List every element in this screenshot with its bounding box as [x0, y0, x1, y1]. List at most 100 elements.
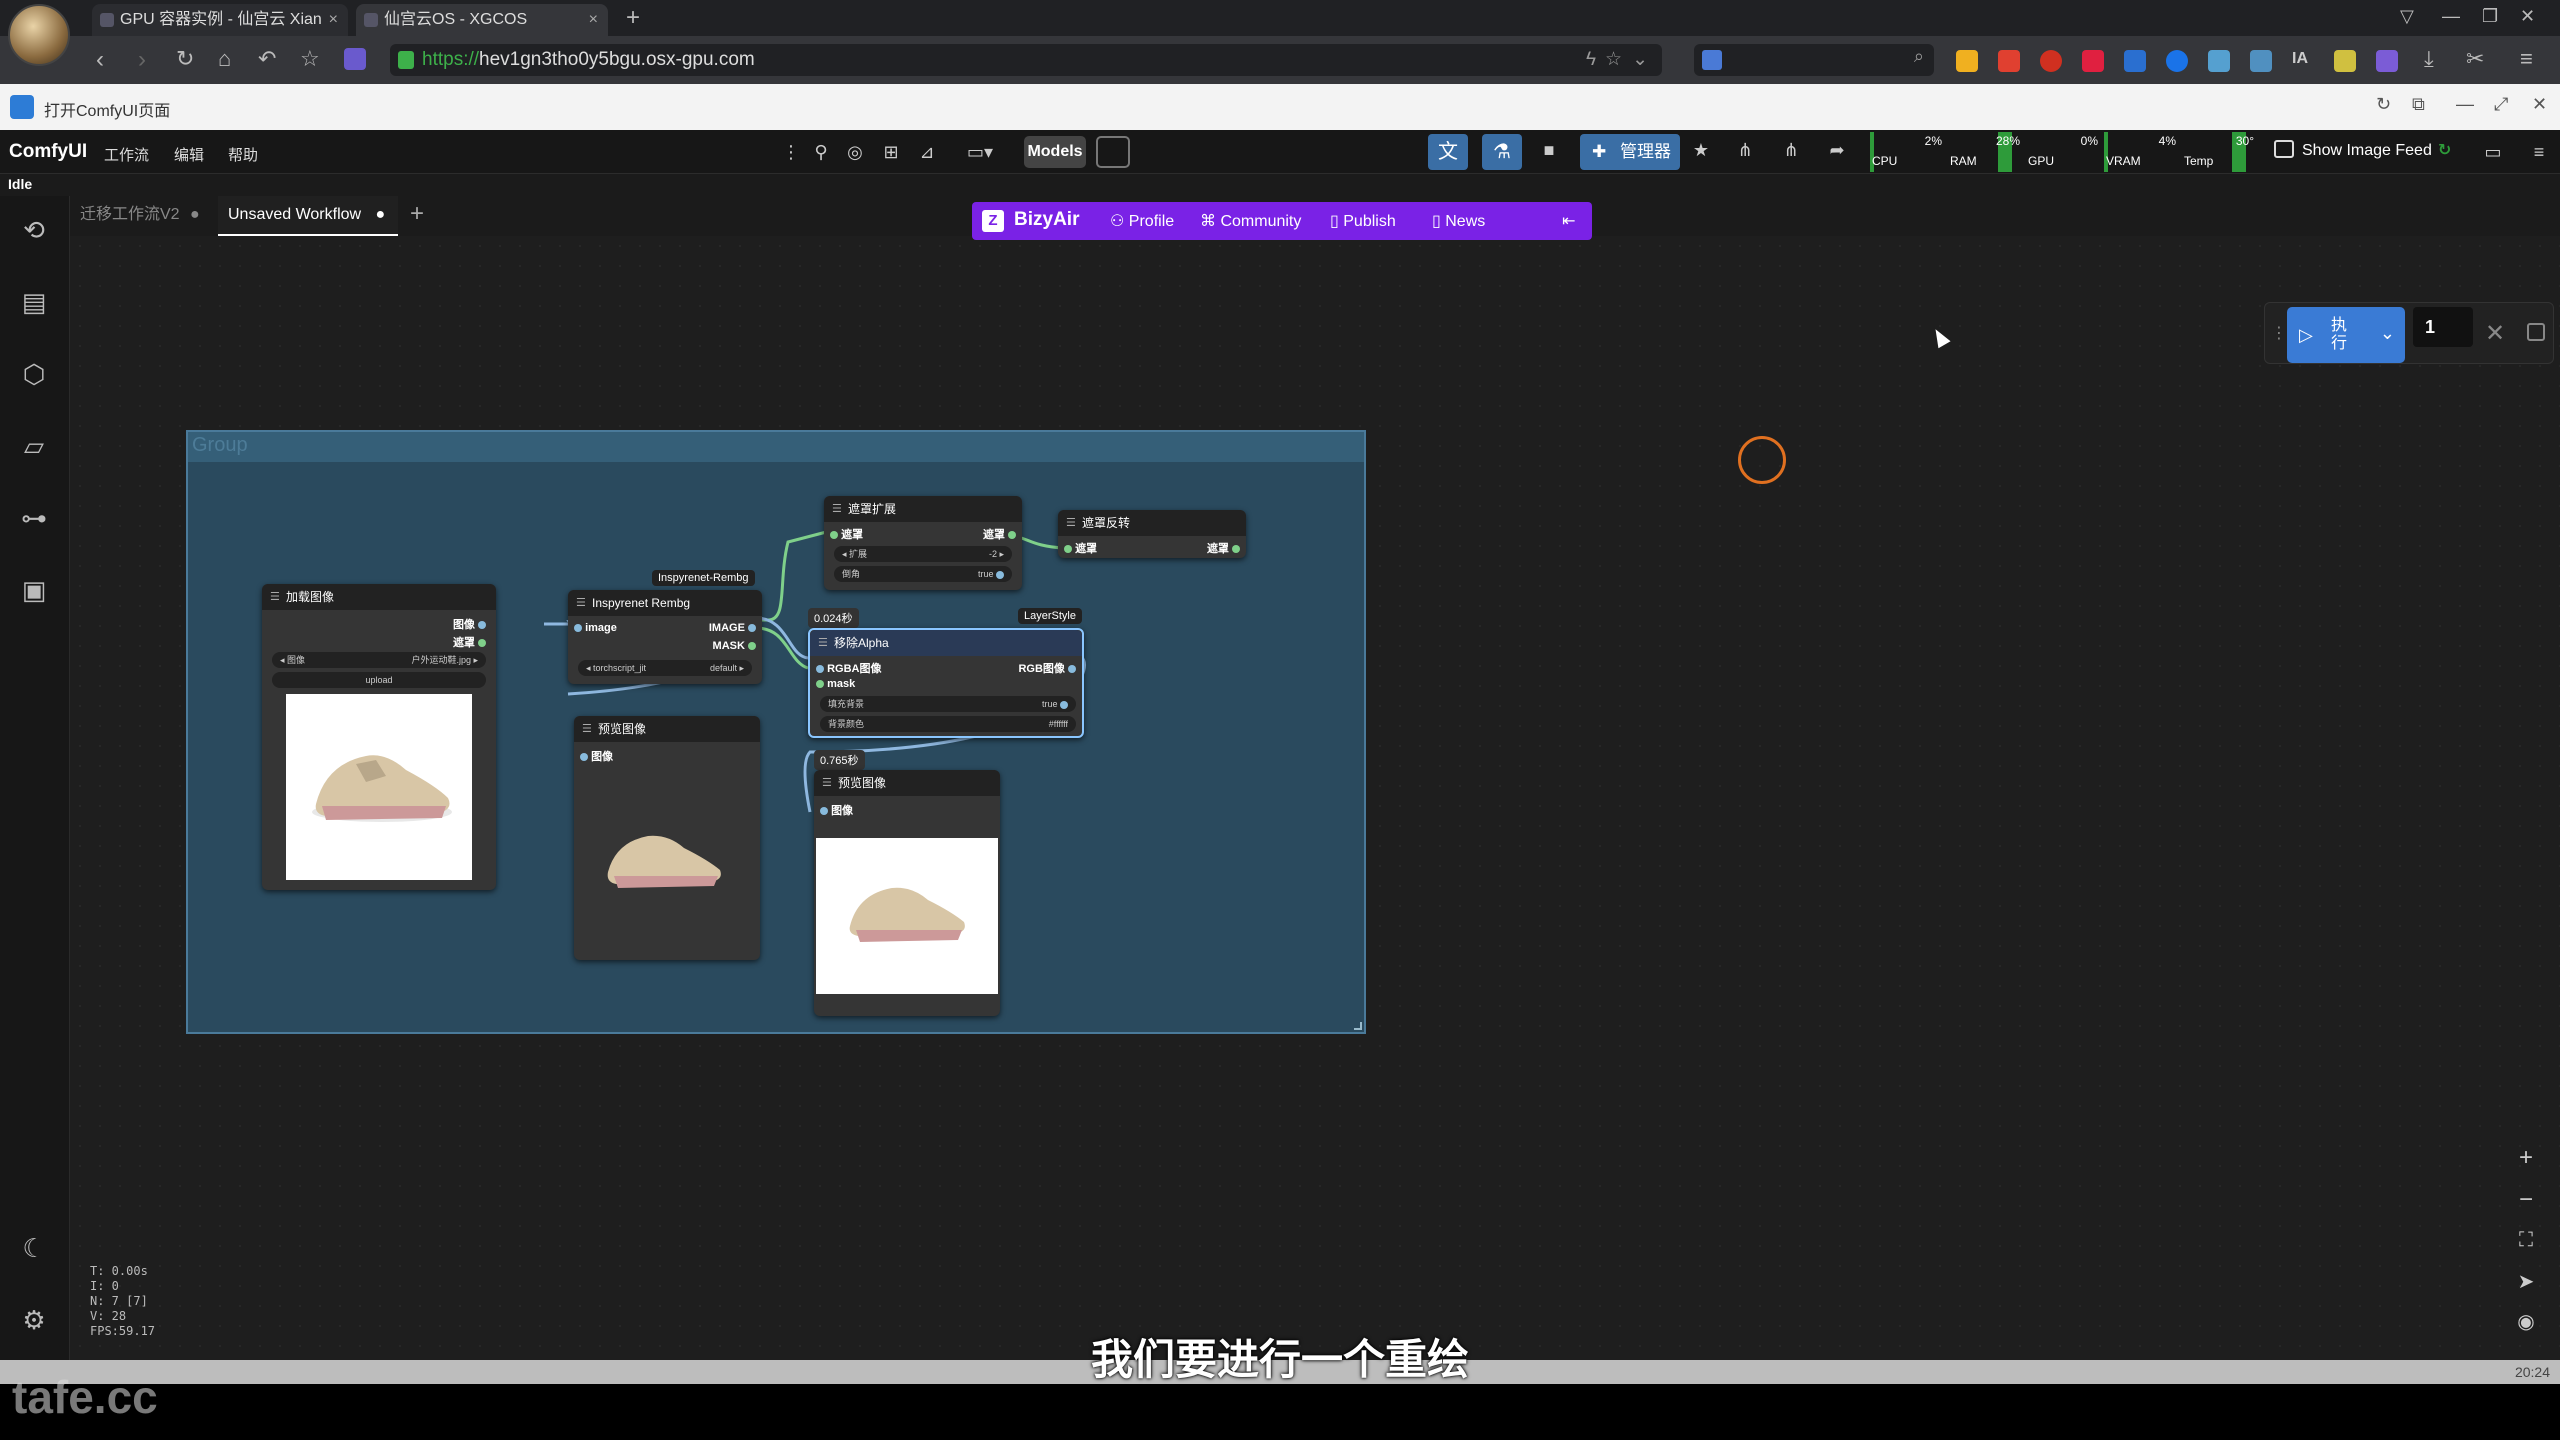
check-circle-icon[interactable]: ◎	[840, 138, 870, 166]
route-icon[interactable]: ⋔	[1730, 136, 1760, 164]
share-icon[interactable]: ➦	[1822, 136, 1852, 164]
node-mask-expand[interactable]: 遮罩扩展 遮罩 遮罩 ◂ 扩展-2 ▸ 倒角true	[824, 496, 1022, 590]
input-slot-image[interactable]: 图像	[820, 802, 853, 818]
restore-window-button[interactable]: ❐	[2482, 6, 2498, 27]
collapse-icon[interactable]: ⇤	[1562, 211, 1575, 231]
chevron-down-icon[interactable]: ⌄	[2380, 323, 2395, 344]
output-slot-image[interactable]: 图像	[453, 616, 486, 632]
close-panel-button[interactable]: ✕	[2532, 94, 2547, 115]
output-slot-mask[interactable]: 遮罩	[453, 634, 486, 650]
output-slot-mask[interactable]: MASK	[713, 640, 756, 652]
download-icon[interactable]: ⤓	[2424, 46, 2434, 72]
drag-handle-icon[interactable]: ⋮	[2271, 323, 2287, 343]
moon-icon[interactable]: ☾	[18, 1232, 50, 1264]
open-external-icon[interactable]: ⧉	[2412, 94, 2425, 115]
close-window-button[interactable]: ✕	[2520, 6, 2535, 27]
new-tab-button[interactable]: +	[626, 4, 640, 32]
more-vertical-icon[interactable]: ⋮	[776, 138, 806, 166]
bizyair-news[interactable]: ▯ News	[1432, 211, 1485, 231]
menu-icon[interactable]: ≡	[2520, 46, 2533, 72]
slot-dot-icon[interactable]	[816, 680, 824, 689]
models-button[interactable]: Models	[1024, 136, 1086, 168]
toggle-dot-icon[interactable]	[996, 570, 1004, 579]
node-title[interactable]: Inspyrenet Rembg	[568, 590, 762, 616]
menu-workflow[interactable]: 工作流	[104, 144, 149, 165]
input-slot-mask[interactable]: 遮罩	[1064, 540, 1097, 556]
navigate-icon[interactable]: ➤	[2510, 1266, 2542, 1298]
bookmark-icon[interactable]: ■	[1534, 136, 1564, 164]
node-preview-image[interactable]: 预览图像 图像	[574, 716, 760, 960]
translate-icon[interactable]: 文	[1428, 134, 1468, 170]
input-slot-mask[interactable]: mask	[816, 678, 855, 690]
output-slot-mask[interactable]: 遮罩	[983, 526, 1016, 542]
lightning-icon[interactable]: ϟ	[1586, 44, 1596, 76]
chevron-down-icon[interactable]: ⌄	[1632, 44, 1648, 76]
show-image-feed-button[interactable]: Show Image Feed ↻	[2274, 140, 2451, 160]
forward-icon[interactable]: ›	[138, 46, 146, 74]
slot-dot-icon[interactable]	[1068, 665, 1076, 674]
slot-dot-icon[interactable]	[478, 621, 486, 630]
slot-dot-icon[interactable]	[820, 807, 828, 816]
upload-button[interactable]: upload	[272, 672, 486, 688]
star-icon[interactable]: ★	[1686, 136, 1716, 164]
input-slot-mask[interactable]: 遮罩	[830, 526, 863, 542]
slot-dot-icon[interactable]	[1232, 545, 1240, 554]
history-icon[interactable]: ⟲	[18, 214, 50, 246]
slot-dot-icon[interactable]	[816, 665, 824, 674]
output-slot-image[interactable]: IMAGE	[709, 622, 756, 634]
add-workflow-button[interactable]: +	[410, 200, 424, 228]
scissors-icon[interactable]: ✂	[2466, 46, 2484, 72]
tab-workflow-migrate[interactable]: 迁移工作流V2 ●	[70, 196, 210, 236]
bizyair-profile[interactable]: ⚇ Profile	[1110, 211, 1174, 231]
flask-icon[interactable]: ⚗	[1482, 134, 1522, 170]
toggle-icon[interactable]: ↻	[2438, 142, 2451, 159]
fit-view-icon[interactable]: ⛶	[2510, 1224, 2542, 1256]
minimize-panel-button[interactable]: —	[2456, 94, 2474, 115]
extension-purple-icon[interactable]	[2376, 50, 2398, 72]
node-title[interactable]: 遮罩扩展	[824, 496, 1022, 522]
slot-dot-icon[interactable]	[748, 642, 756, 651]
bizyair-publish[interactable]: ▯ Publish	[1330, 211, 1396, 231]
extension-translate-icon[interactable]	[2250, 50, 2272, 72]
taper-widget[interactable]: 倒角 true	[834, 566, 1012, 582]
extension-blue-icon[interactable]	[2124, 50, 2146, 72]
avatar[interactable]	[8, 4, 70, 66]
node-load-image[interactable]: 加载图像 图像 遮罩 ◂ 图像户外运动鞋.jpg ▸ upload	[262, 584, 496, 890]
grid-icon[interactable]: ⊞	[876, 138, 906, 166]
model-cube-icon[interactable]: ⬡	[18, 358, 50, 390]
node-title[interactable]: 预览图像	[814, 770, 1000, 796]
link-tool-icon[interactable]: ⚲	[806, 138, 836, 166]
input-slot-image[interactable]: image	[574, 622, 617, 634]
home-icon[interactable]: ⌂	[218, 46, 231, 72]
manager-button[interactable]: ✚ 管理器	[1580, 134, 1680, 170]
extension-windows-icon[interactable]	[1956, 50, 1978, 72]
node-remove-alpha[interactable]: 移除Alpha RGBA图像 mask RGB图像 填充背景 true 背景颜色 #…	[808, 628, 1084, 738]
chart-icon[interactable]: ⊿	[912, 138, 942, 166]
node-inspyrenet-rembg[interactable]: Inspyrenet Rembg image IMAGE MASK ◂ torc…	[568, 590, 762, 684]
node-library-icon[interactable]: ⊶	[18, 502, 50, 534]
panel-toggle-icon[interactable]: ▭	[2478, 138, 2508, 166]
gallery-icon[interactable]: ▣	[18, 574, 50, 606]
node-title[interactable]: 预览图像	[574, 716, 760, 742]
extension-icon[interactable]	[344, 48, 366, 70]
extension-browser-icon[interactable]	[2166, 50, 2188, 72]
browser-search-input[interactable]: ⌕	[1694, 44, 1934, 76]
route-alt-icon[interactable]: ⋔	[1776, 136, 1806, 164]
slot-dot-icon[interactable]	[580, 753, 588, 762]
extension-yellow-icon[interactable]	[2334, 50, 2356, 72]
browser-tab-xgcos[interactable]: 仙宫云OS - XGCOS ×	[356, 4, 608, 36]
queue-list-icon[interactable]: ▤	[18, 286, 50, 318]
bizyair-community[interactable]: ⌘ Community	[1200, 211, 1301, 231]
tab-search-icon[interactable]: ▽	[2400, 6, 2414, 27]
input-slot-rgba[interactable]: RGBA图像	[816, 660, 881, 676]
hamburger-menu-icon[interactable]: ≡	[2524, 138, 2554, 166]
back-icon[interactable]: ‹	[96, 46, 104, 74]
torchscript-widget[interactable]: ◂ torchscript_jit default ▸	[578, 660, 752, 676]
output-slot-mask[interactable]: 遮罩	[1207, 540, 1240, 556]
image-combo-widget[interactable]: ◂ 图像 户外运动鞋.jpg ▸	[272, 652, 486, 668]
image-select-icon[interactable]: ▭▾	[950, 138, 1010, 166]
slot-dot-icon[interactable]	[1064, 545, 1072, 554]
node-preview-image-2[interactable]: 预览图像 图像	[814, 770, 1000, 1016]
input-slot-image[interactable]: 图像	[580, 748, 613, 764]
run-button[interactable]: ▷ 执行 ⌄	[2287, 307, 2405, 363]
